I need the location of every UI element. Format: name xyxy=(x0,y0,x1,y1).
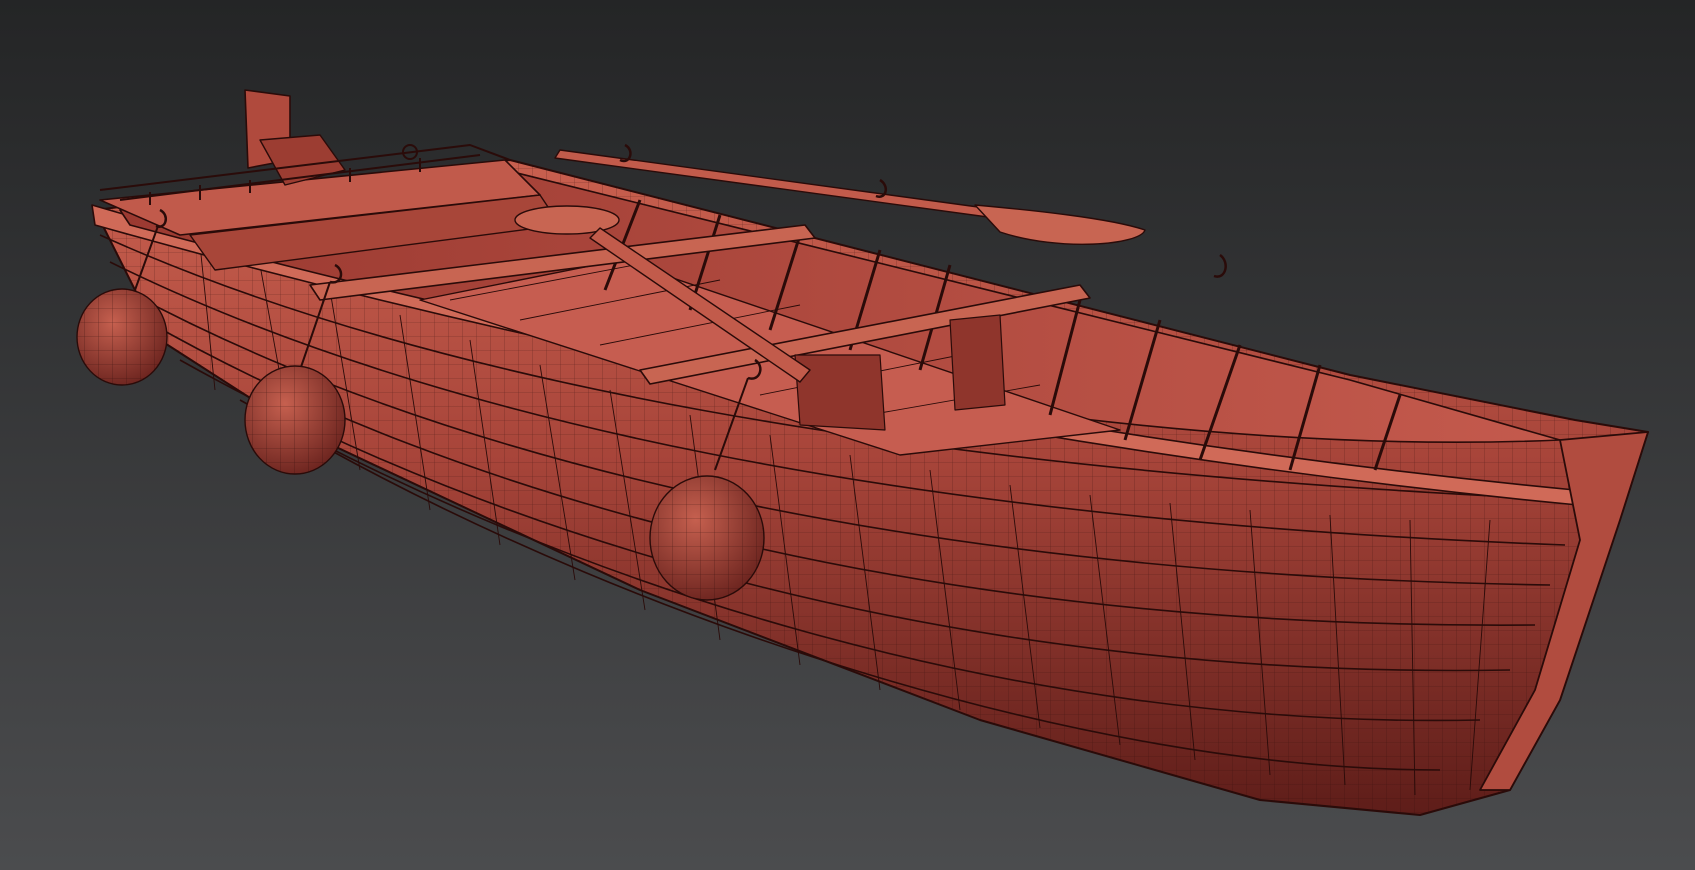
buoy-middle xyxy=(244,365,346,475)
buoy-rear xyxy=(76,288,168,386)
buoy-front xyxy=(649,475,765,601)
seat-support-2 xyxy=(949,314,1006,411)
3d-viewport[interactable] xyxy=(0,0,1695,870)
seat-support xyxy=(794,354,886,431)
viewport-canvas[interactable] xyxy=(0,0,1695,870)
